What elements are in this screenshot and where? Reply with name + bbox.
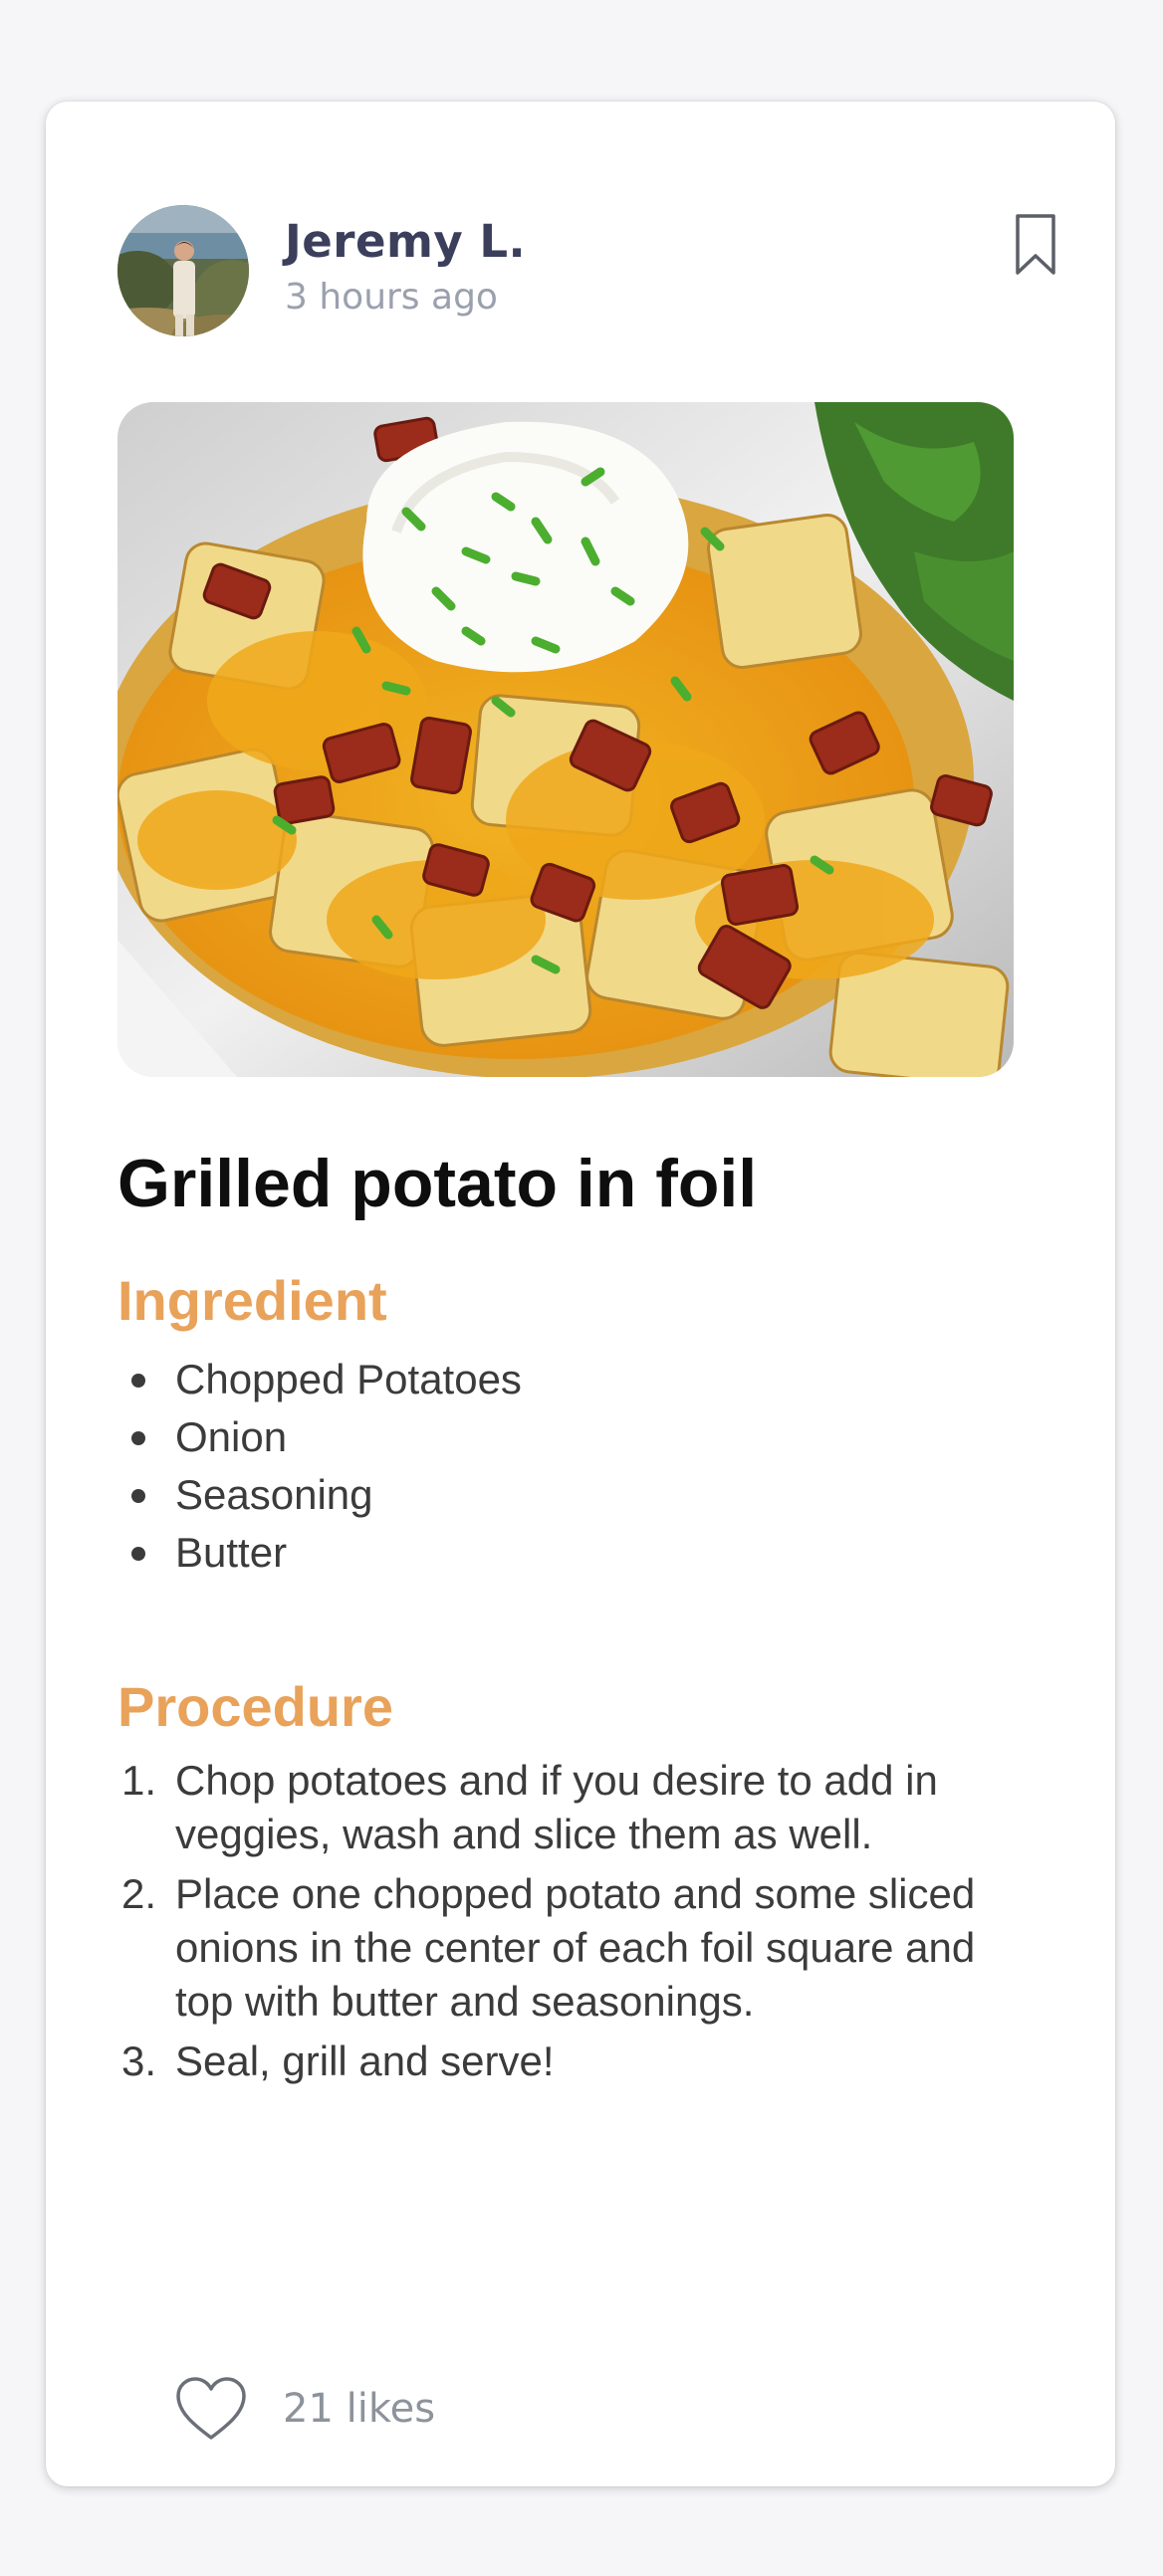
recipe-photo [117, 402, 1014, 1077]
bookmark-icon[interactable] [1014, 213, 1057, 277]
heart-icon[interactable] [175, 2376, 247, 2442]
procedure-list: 1. Chop potatoes and if you desire to add… [117, 1754, 1014, 2094]
likes-row: 21 likes [117, 2366, 615, 2456]
author-name[interactable]: Jeremy L. [285, 215, 526, 268]
ingredient-heading: Ingredient [117, 1269, 387, 1332]
bullet [131, 1489, 145, 1503]
step-text: Seal, grill and serve! [175, 2038, 555, 2084]
step-text: Chop potatoes and if you desire to add i… [175, 1757, 938, 1857]
procedure-step: 3. Seal, grill and serve! [117, 2035, 1014, 2088]
ingredient-item: Seasoning [117, 1466, 1014, 1524]
ingredient-item: Butter [117, 1524, 1014, 1582]
recipe-post-card: Jeremy L. 3 hours ago Grilled potato in … [46, 102, 1115, 2486]
step-number: 2. [121, 1870, 157, 1917]
likes-count: 21 likes [283, 2386, 436, 2432]
post-timestamp: 3 hours ago [285, 277, 498, 318]
avatar-photo [117, 205, 249, 336]
procedure-step: 1. Chop potatoes and if you desire to add… [117, 1754, 1014, 1861]
step-number: 1. [121, 1757, 157, 1804]
ingredient-list: Chopped Potatoes Onion Seasoning Butter [117, 1351, 1014, 1582]
step-number: 3. [121, 2038, 157, 2084]
bullet [131, 1431, 145, 1445]
bullet [131, 1547, 145, 1561]
ingredient-item: Onion [117, 1408, 1014, 1466]
procedure-step: 2. Place one chopped potato and some slic… [117, 1867, 1014, 2029]
recipe-title: Grilled potato in foil [117, 1146, 758, 1221]
procedure-heading: Procedure [117, 1675, 393, 1738]
bullet [131, 1374, 145, 1388]
author-avatar[interactable] [117, 205, 249, 336]
ingredient-item: Chopped Potatoes [117, 1351, 1014, 1408]
post-header: Jeremy L. 3 hours ago [117, 203, 1055, 336]
step-text: Place one chopped potato and some sliced… [175, 1870, 976, 2025]
